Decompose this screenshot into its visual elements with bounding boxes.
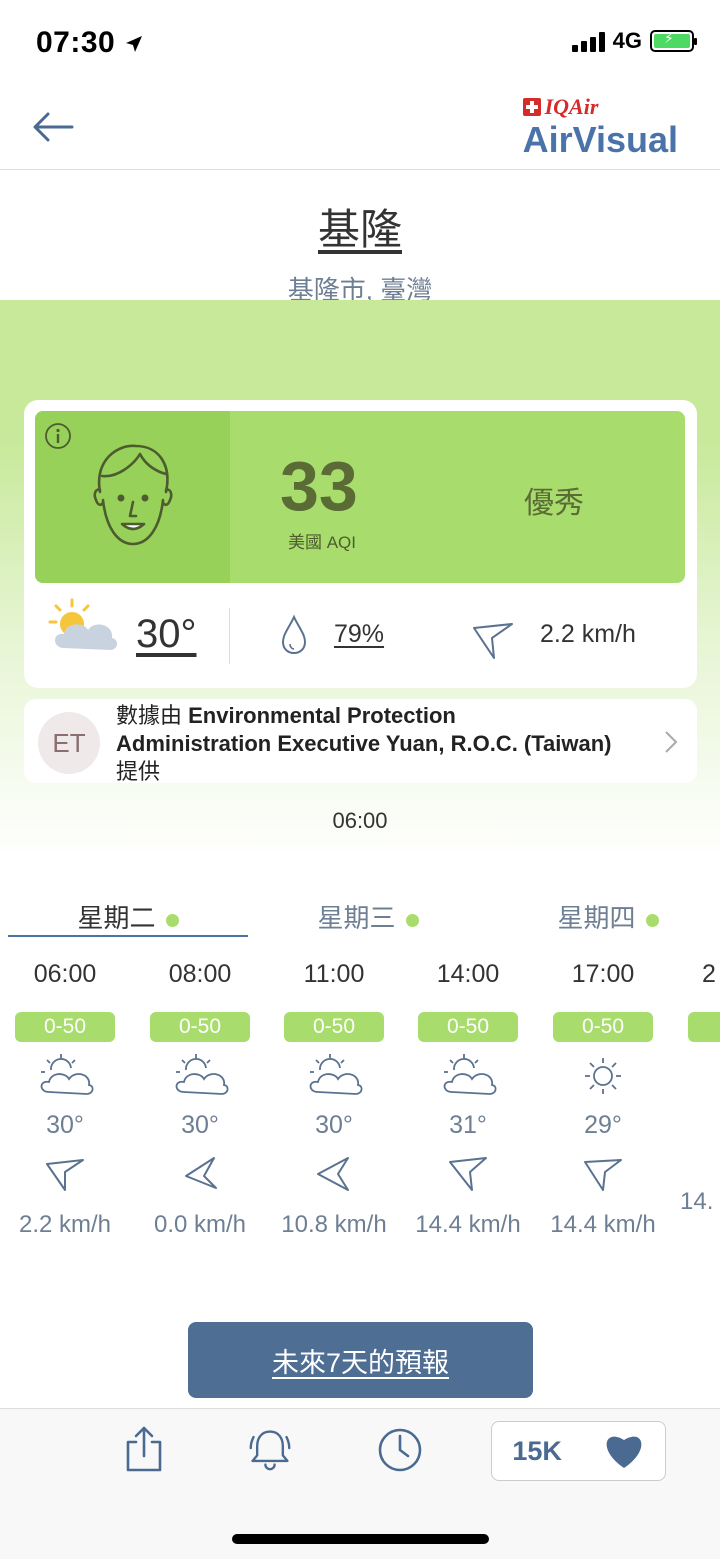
happy-face-icon: [93, 444, 173, 546]
bell-icon[interactable]: [248, 1424, 292, 1474]
aqi-range-badge: 0-50: [418, 1012, 518, 1042]
active-tab-indicator: [8, 935, 248, 937]
home-indicator: [232, 1534, 489, 1544]
hourly-item: 06:00 0-50 30° 2.2 km/h: [0, 960, 132, 1239]
airvisual-logo: IQAir AirVisual: [522, 94, 678, 160]
partly-cloudy-icon: [175, 1054, 229, 1095]
network-type: 4G: [612, 28, 642, 53]
aqi-range-badge: 0-50: [553, 1012, 653, 1042]
aqi-range-badge: 0-50: [284, 1012, 384, 1042]
heart-icon: [606, 1436, 642, 1468]
hourly-item: 17:00 0-50 29° 14.4 km/h: [550, 960, 656, 1238]
source-badge: ET: [38, 712, 100, 774]
partly-cloudy-icon: [309, 1054, 363, 1095]
tab-day-0[interactable]: 星期二: [8, 898, 248, 935]
wind-direction-icon: [449, 1157, 487, 1191]
hourly-item: 11:00 0-50 30° 10.8 km/h: [281, 960, 387, 1238]
aqi-range-badge: [688, 1012, 720, 1042]
7-day-forecast-button[interactable]: 未來7天的預報: [188, 1322, 533, 1398]
wind-direction-icon: [473, 623, 513, 659]
history-clock-icon[interactable]: [376, 1424, 424, 1474]
city-skyline-illustration: [0, 300, 720, 400]
tab-day-2[interactable]: 星期四: [488, 898, 720, 935]
source-text: 數據由 Environmental Protection Administrat…: [116, 703, 612, 784]
current-temperature[interactable]: 30°: [136, 612, 197, 657]
aqi-dot: [645, 913, 659, 927]
partly-cloudy-icon: [443, 1054, 497, 1095]
swiss-cross-icon: [522, 98, 541, 116]
humidity-drop-icon: [281, 614, 307, 655]
wind-direction-icon: [185, 1157, 217, 1189]
back-arrow-icon[interactable]: [30, 104, 76, 150]
sun-icon: [585, 1058, 621, 1094]
aqi-range-badge: 0-50: [150, 1012, 250, 1042]
partly-cloudy-icon: [48, 598, 118, 650]
status-time: 07:30: [36, 26, 144, 60]
divider: [229, 608, 230, 664]
signal-icon: [571, 30, 605, 52]
aqi-unit-label: 美國 AQI: [288, 533, 357, 552]
aqi-dot: [165, 913, 179, 927]
info-icon[interactable]: [44, 422, 72, 450]
status-indicators: 4G ⚡: [571, 28, 697, 54]
hourly-item: 08:00 0-50 30° 0.0 km/h: [133, 960, 267, 1239]
humidity-value[interactable]: 79%: [334, 620, 384, 649]
wind-direction-icon: [317, 1157, 349, 1191]
favorite-count: 15K: [512, 1435, 562, 1466]
aqi-range-badge: 0-50: [15, 1012, 115, 1042]
city-title[interactable]: 基隆: [0, 196, 720, 257]
battery-icon: ⚡: [650, 30, 697, 52]
location-arrow-icon: [126, 36, 143, 53]
update-time: 06:00: [332, 808, 388, 833]
share-icon[interactable]: [122, 1424, 166, 1474]
wind-direction-icon: [584, 1159, 622, 1191]
aqi-level: 優秀: [524, 487, 584, 520]
hourly-item: 14:00 0-50 31° 14.4 km/h: [415, 960, 521, 1238]
aqi-dot: [405, 913, 419, 927]
favorite-button[interactable]: 15K: [491, 1421, 666, 1481]
hourly-item-partial: 2 14.: [670, 960, 720, 1216]
wind-direction-icon: [46, 1159, 84, 1191]
wind-speed: 2.2 km/h: [540, 620, 636, 648]
chevron-right-icon: [665, 731, 678, 753]
aqi-value: 33: [280, 447, 358, 525]
partly-cloudy-icon: [40, 1054, 94, 1095]
tab-day-1[interactable]: 星期三: [248, 898, 488, 935]
